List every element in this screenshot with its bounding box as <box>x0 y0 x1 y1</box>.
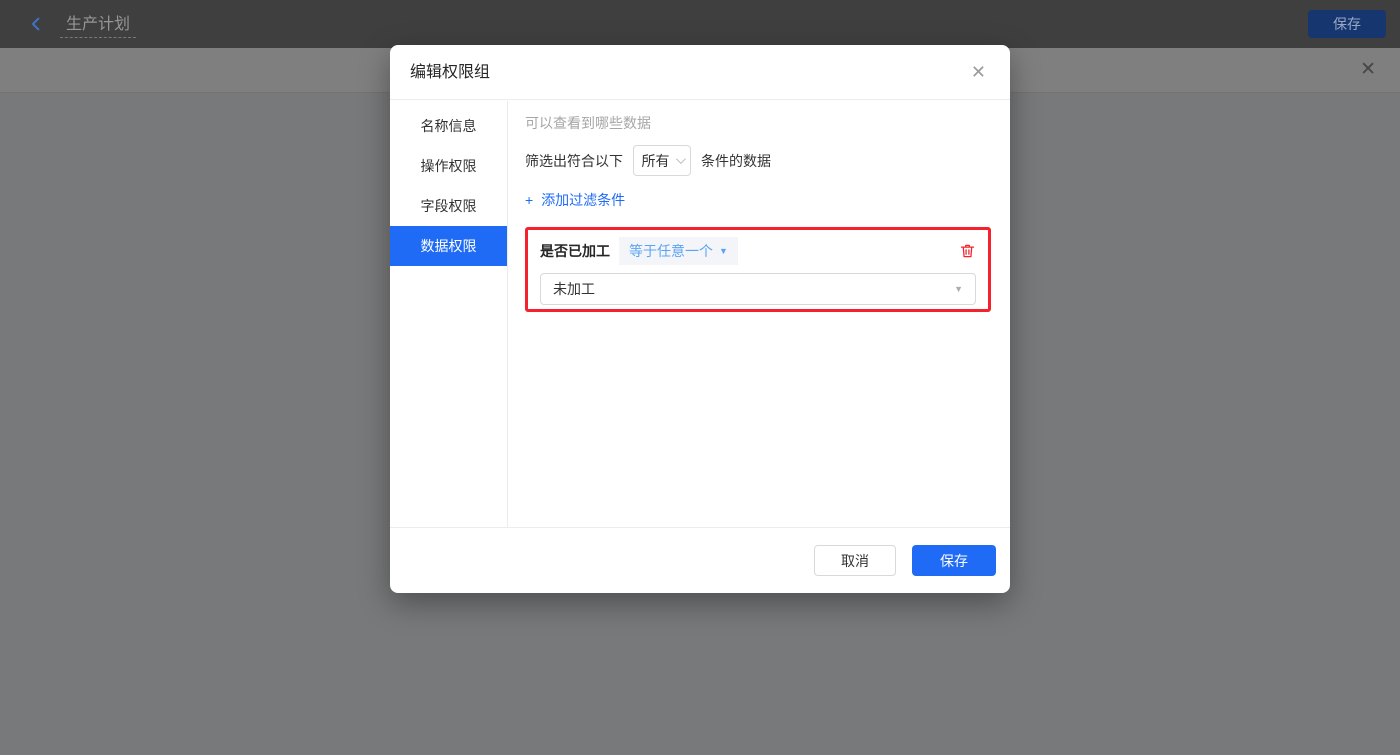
edit-permission-group-modal: 编辑权限组 ✕ 名称信息 操作权限 字段权限 数据权限 可以查看到哪些数据 筛选… <box>390 45 1010 593</box>
add-filter-condition-link[interactable]: + 添加过滤条件 <box>525 190 994 210</box>
cancel-button[interactable]: 取消 <box>814 545 896 576</box>
tab-name-info[interactable]: 名称信息 <box>390 106 507 146</box>
page-title[interactable]: 生产计划 <box>60 10 136 38</box>
condition-header-row: 是否已加工 等于任意一个 ▼ <box>540 237 976 265</box>
plus-icon: + <box>525 192 533 208</box>
caret-down-icon: ▼ <box>719 247 728 256</box>
delete-condition-trash-icon[interactable] <box>959 242 976 260</box>
filter-suffix: 条件的数据 <box>701 151 771 171</box>
modal-close-icon[interactable]: ✕ <box>971 61 986 83</box>
condition-operator-select[interactable]: 等于任意一个 ▼ <box>619 237 738 265</box>
condition-field-label: 是否已加工 <box>540 241 610 261</box>
filter-mode-value: 所有 <box>642 151 670 171</box>
filter-mode-row: 筛选出符合以下 所有 条件的数据 <box>525 145 994 176</box>
modal-header: 编辑权限组 ✕ <box>390 45 1010 100</box>
tab-field-permission[interactable]: 字段权限 <box>390 186 507 226</box>
top-navbar: 生产计划 保存 <box>0 0 1400 48</box>
condition-value: 未加工 <box>553 279 595 299</box>
chevron-down-icon <box>675 154 685 164</box>
caret-down-icon: ▼ <box>954 285 963 294</box>
modal-title: 编辑权限组 <box>390 45 1010 100</box>
filter-prefix: 筛选出符合以下 <box>525 151 623 171</box>
operator-value: 等于任意一个 <box>629 241 713 261</box>
modal-tab-list: 名称信息 操作权限 字段权限 数据权限 <box>390 101 508 527</box>
back-icon[interactable] <box>26 14 46 34</box>
modal-body: 可以查看到哪些数据 筛选出符合以下 所有 条件的数据 + 添加过滤条件 是否已加… <box>509 101 1010 527</box>
navbar-save-button[interactable]: 保存 <box>1308 10 1386 38</box>
save-button[interactable]: 保存 <box>912 545 996 576</box>
data-scope-hint: 可以查看到哪些数据 <box>525 113 994 133</box>
modal-footer: 取消 保存 <box>390 527 1010 593</box>
filter-mode-select[interactable]: 所有 <box>633 145 691 176</box>
filter-condition-box-highlighted: 是否已加工 等于任意一个 ▼ 未加工 ▼ <box>525 227 991 312</box>
add-filter-label: 添加过滤条件 <box>541 190 625 210</box>
tab-data-permission[interactable]: 数据权限 <box>390 226 507 266</box>
condition-value-dropdown[interactable]: 未加工 ▼ <box>540 273 976 305</box>
tab-operation-permission[interactable]: 操作权限 <box>390 146 507 186</box>
